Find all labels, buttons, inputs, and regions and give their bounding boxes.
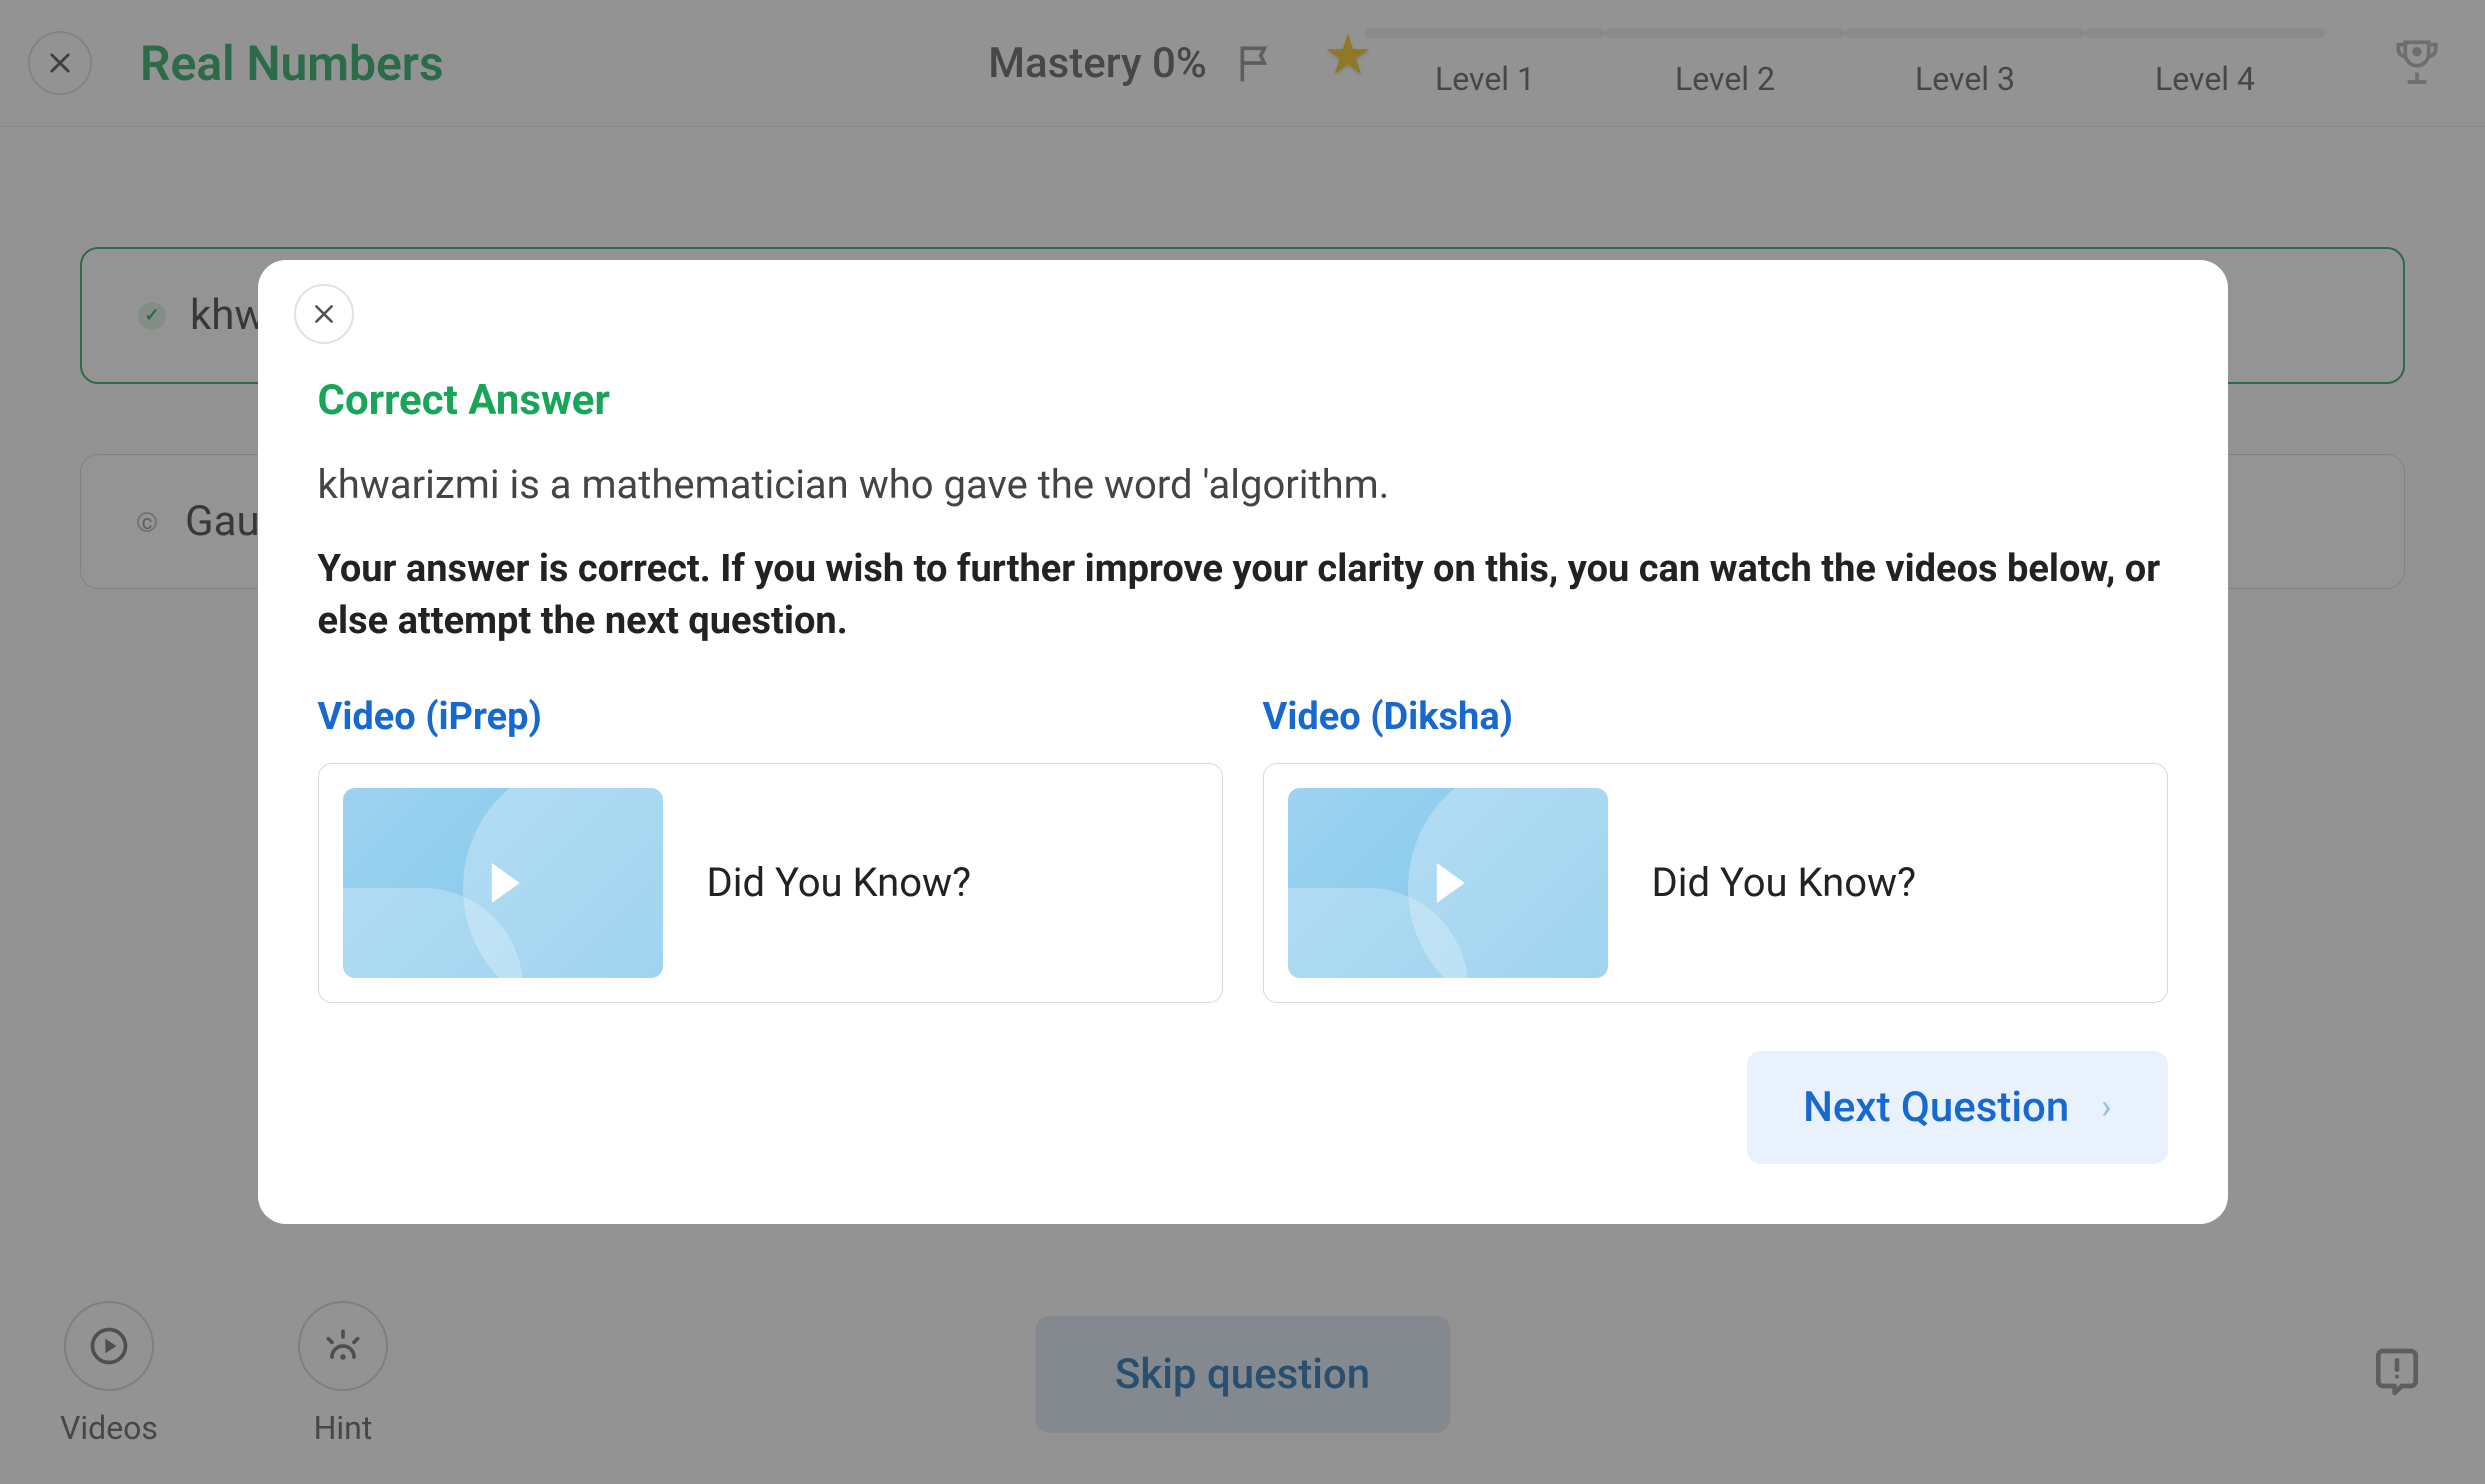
modal-close-button[interactable] xyxy=(294,284,354,344)
close-icon xyxy=(311,301,337,327)
correct-answer-modal: Correct Answer khwarizmi is a mathematic… xyxy=(258,260,2228,1224)
video-iprep-heading: Video (iPrep) xyxy=(318,695,1223,739)
video-diksha-title: Did You Know? xyxy=(1652,859,1917,906)
video-diksha-col: Video (Diksha) Did You Know? xyxy=(1263,695,2168,1003)
chevron-right-icon: › xyxy=(2101,1087,2111,1127)
video-iprep-card[interactable]: Did You Know? xyxy=(318,763,1223,1003)
app-root: Real Numbers Mastery 0% ★ Level 1 Level … xyxy=(0,0,2485,1484)
play-icon xyxy=(491,863,519,903)
video-iprep-title: Did You Know? xyxy=(707,859,972,906)
next-question-button[interactable]: Next Question › xyxy=(1747,1051,2167,1164)
modal-description: Your answer is correct. If you wish to f… xyxy=(318,544,2168,647)
modal-actions: Next Question › xyxy=(318,1051,2168,1164)
video-diksha-card[interactable]: Did You Know? xyxy=(1263,763,2168,1003)
modal-answer-text: khwarizmi is a mathematician who gave th… xyxy=(318,461,2168,508)
video-thumbnail xyxy=(1288,788,1608,978)
modal-overlay: Correct Answer khwarizmi is a mathematic… xyxy=(0,0,2485,1484)
play-icon xyxy=(1436,863,1464,903)
video-thumbnail xyxy=(343,788,663,978)
video-diksha-heading: Video (Diksha) xyxy=(1263,695,2168,739)
modal-title: Correct Answer xyxy=(318,376,2168,425)
video-iprep-col: Video (iPrep) Did You Know? xyxy=(318,695,1223,1003)
video-suggestions: Video (iPrep) Did You Know? Video (Diksh… xyxy=(318,695,2168,1003)
